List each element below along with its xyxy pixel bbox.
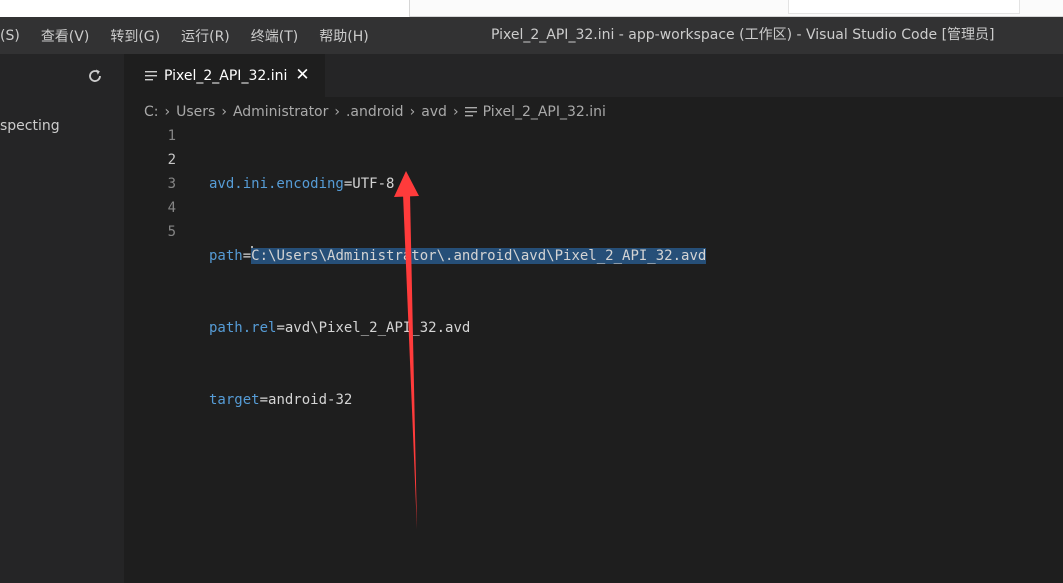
code-key: target: [209, 392, 260, 408]
breadcrumb-item-file[interactable]: Pixel_2_API_32.ini: [483, 104, 606, 120]
sidebar-item-label[interactable]: specting: [0, 118, 60, 134]
menu-item-terminal[interactable]: 终端(T): [251, 26, 298, 46]
code-eq: =: [259, 392, 269, 408]
menu-item-go[interactable]: 转到(G): [110, 26, 160, 46]
breadcrumb-item-c[interactable]: C:: [144, 104, 159, 120]
tab-pixel-ini[interactable]: Pixel_2_API_32.ini ✕: [124, 54, 325, 97]
menu-bar: (S) 查看(V) 转到(G) 运行(R) 终端(T) 帮助(H): [0, 17, 390, 54]
background-window: [409, 0, 1063, 17]
code-value: avd\Pixel_2_API_32.avd: [284, 320, 471, 336]
breadcrumb-item-users[interactable]: Users: [176, 104, 215, 120]
code-key: path: [209, 248, 243, 264]
tab-label: Pixel_2_API_32.ini: [164, 67, 288, 84]
code-area[interactable]: avd.ini.encoding=UTF-8 path=C:\Users\Adm…: [209, 124, 707, 532]
breadcrumb-item-avd[interactable]: avd: [421, 104, 447, 120]
breadcrumb-item-android[interactable]: .android: [346, 104, 404, 120]
code-line[interactable]: avd.ini.encoding=UTF-8: [209, 172, 706, 196]
lines-icon: [145, 70, 157, 80]
code-key: path.rel: [209, 320, 277, 336]
code-line[interactable]: path.rel=avd\Pixel_2_API_32.avd: [209, 316, 706, 340]
refresh-icon[interactable]: [86, 67, 104, 85]
window-title: Pixel_2_API_32.ini - app-workspace (工作区)…: [491, 27, 995, 43]
menu-item-selection[interactable]: (S): [0, 28, 20, 44]
line-number-active: 2: [167, 152, 176, 168]
selected-text[interactable]: C:\Users\Administrator\.android\avd\Pixe…: [251, 248, 707, 264]
code-eq: =: [242, 248, 252, 264]
sidebar: specting: [0, 54, 124, 583]
code-value: android-32: [268, 392, 353, 408]
chevron-right-icon: ›: [334, 104, 340, 120]
chevron-right-icon: ›: [452, 104, 459, 120]
code-line[interactable]: target=android-32: [209, 388, 706, 412]
line-number: 1: [167, 128, 176, 144]
chevron-right-icon: ›: [409, 104, 416, 120]
line-number: 4: [167, 200, 176, 216]
breadcrumb: C: › Users › Administrator › .android › …: [144, 101, 606, 123]
menu-item-help[interactable]: 帮助(H): [319, 26, 368, 46]
menu-item-view[interactable]: 查看(V): [41, 26, 90, 46]
line-number: 5: [167, 224, 176, 240]
tab-bar: Pixel_2_API_32.ini ✕: [124, 54, 1063, 97]
chevron-right-icon: ›: [221, 104, 227, 120]
chevron-right-icon: ›: [164, 104, 171, 120]
close-icon[interactable]: ✕: [295, 67, 309, 84]
line-numbers: 1 2 3 4 5: [124, 124, 176, 244]
title-bar: (S) 查看(V) 转到(G) 运行(R) 终端(T) 帮助(H) Pixel_…: [0, 17, 1063, 54]
editor[interactable]: C: › Users › Administrator › .android › …: [124, 97, 1063, 583]
code-line[interactable]: path=C:\Users\Administrator\.android\avd…: [209, 244, 707, 268]
background-window-strip: [0, 0, 1063, 17]
menu-item-run[interactable]: 运行(R): [181, 26, 230, 46]
code-line[interactable]: ​: [209, 460, 706, 484]
code-value: UTF-8: [352, 176, 395, 192]
line-number: 3: [167, 176, 176, 192]
code-eq: =: [276, 320, 285, 336]
lines-icon: [464, 107, 477, 117]
code-key: avd.ini.encoding: [209, 176, 344, 192]
breadcrumb-item-administrator[interactable]: Administrator: [233, 104, 328, 120]
background-window-box: [788, 0, 1020, 14]
